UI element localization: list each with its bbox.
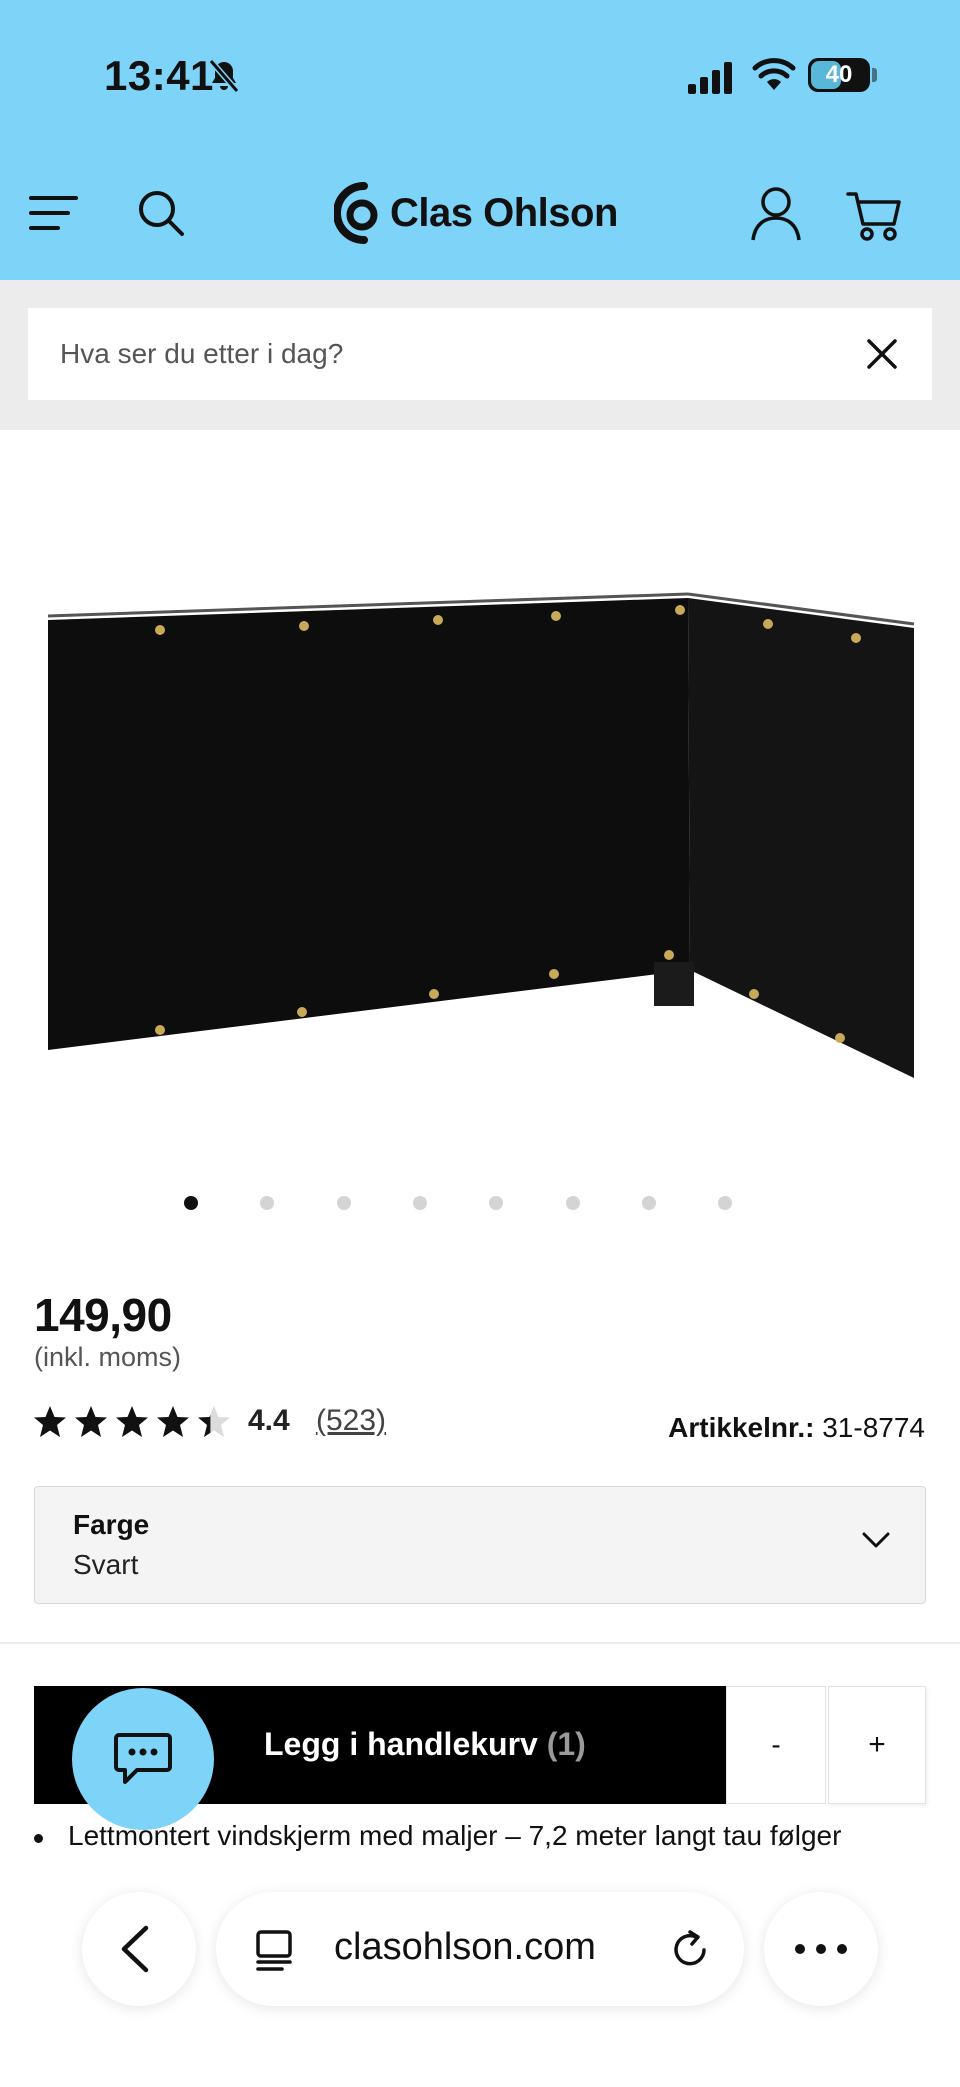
- chevron-down-icon: [861, 1531, 891, 1554]
- brand-name: Clas Ohlson: [390, 190, 618, 235]
- search-button[interactable]: [136, 188, 186, 238]
- search-box: [28, 308, 932, 400]
- star-icon: [198, 1406, 230, 1437]
- battery-icon: 40: [808, 58, 870, 92]
- browser-back-button[interactable]: [82, 1892, 196, 2006]
- add-to-cart-text: Legg i handlekurv: [264, 1726, 538, 1762]
- close-icon: [867, 339, 897, 369]
- battery-tip: [872, 68, 877, 82]
- search-input[interactable]: [60, 308, 840, 400]
- gallery-dot[interactable]: [260, 1196, 275, 1210]
- rating-stars: [32, 1404, 232, 1440]
- chat-button[interactable]: [72, 1688, 214, 1830]
- star-icon: [75, 1406, 107, 1437]
- url-text: clasohlson.com: [334, 1926, 596, 1968]
- bell-slash-icon: [208, 58, 240, 99]
- status-time: 13:41: [104, 52, 214, 99]
- star-icon: [157, 1406, 189, 1437]
- clas-ohlson-logo-icon: [334, 182, 378, 244]
- reviews-link[interactable]: (523): [316, 1404, 386, 1438]
- product-price: 149,90: [34, 1289, 172, 1341]
- section-divider: [0, 1642, 960, 1644]
- article-number-label: Artikkelnr.:: [668, 1412, 815, 1443]
- cart-button[interactable]: [846, 190, 902, 242]
- chevron-left-icon: [121, 1925, 149, 1973]
- url-bar[interactable]: clasohlson.com: [216, 1892, 744, 2006]
- reader-icon[interactable]: [252, 1928, 296, 1977]
- chat-icon: [114, 1733, 172, 1784]
- signal-icon: [688, 62, 734, 99]
- gallery-dots: [0, 1192, 960, 1216]
- product-image[interactable]: [40, 590, 920, 1090]
- gallery-dot[interactable]: [718, 1196, 733, 1210]
- cart-quantity: (1): [546, 1726, 586, 1762]
- gallery-dot[interactable]: [184, 1196, 198, 1210]
- vat-note: (inkl. moms): [34, 1342, 181, 1372]
- gallery-dot[interactable]: [336, 1196, 351, 1210]
- bullet-dot: [34, 1834, 43, 1843]
- color-select-label: Farge: [73, 1509, 150, 1540]
- color-select-value: Svart: [73, 1549, 139, 1580]
- ellipsis-icon: [795, 1944, 847, 1954]
- brand-logo[interactable]: Clas Ohlson: [334, 178, 618, 248]
- menu-button[interactable]: [28, 190, 84, 236]
- color-select[interactable]: Farge Svart: [34, 1486, 926, 1604]
- rating-value: 4.4: [248, 1404, 290, 1437]
- article-number-value: 31-8774: [822, 1412, 925, 1443]
- clear-search-button[interactable]: [866, 338, 898, 370]
- battery-level: 40: [825, 61, 853, 88]
- increase-quantity-button[interactable]: +: [828, 1686, 926, 1804]
- article-number: Artikkelnr.: 31-8774: [668, 1412, 925, 1444]
- account-icon: [751, 187, 801, 241]
- gallery-dot[interactable]: [489, 1196, 504, 1210]
- menu-icon: [29, 196, 78, 230]
- cart-icon: [846, 192, 901, 241]
- account-button[interactable]: [750, 186, 802, 242]
- wifi-icon: [752, 56, 796, 97]
- search-icon: [139, 191, 184, 236]
- star-icon: [116, 1406, 148, 1437]
- gallery-dot[interactable]: [565, 1196, 580, 1210]
- description-text: Lettmontert vindskjerm med maljer – 7,2 …: [68, 1820, 842, 1851]
- gallery-dot[interactable]: [412, 1196, 427, 1210]
- reload-icon[interactable]: [668, 1928, 712, 1977]
- star-icon: [34, 1406, 66, 1437]
- decrease-quantity-button[interactable]: -: [726, 1686, 826, 1804]
- more-options-button[interactable]: [764, 1892, 878, 2006]
- add-to-cart-label: Legg i handlekurv (1): [264, 1726, 586, 1763]
- gallery-dot[interactable]: [641, 1196, 656, 1210]
